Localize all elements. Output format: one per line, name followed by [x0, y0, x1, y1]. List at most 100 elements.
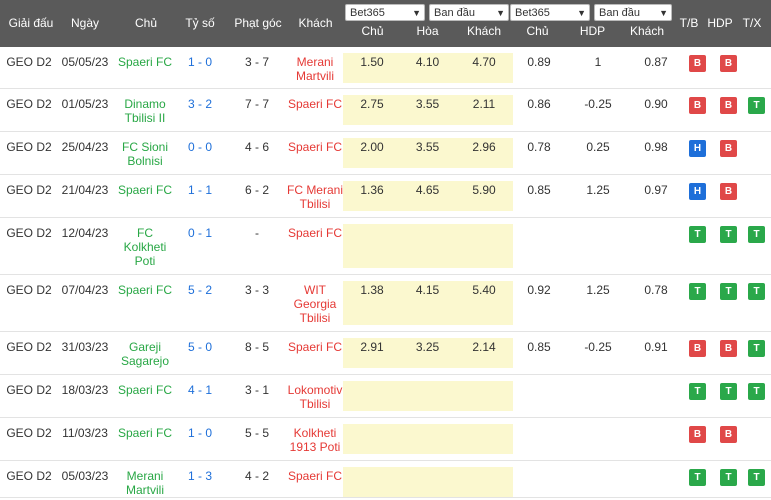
col-tb: T/B	[679, 16, 699, 30]
date-cell: 01/05/23	[61, 97, 109, 111]
date-cell: 21/04/23	[61, 183, 109, 197]
over-under-badge: X	[753, 58, 760, 69]
result-badge: T	[689, 383, 706, 400]
corners-cell: 3 - 1	[244, 383, 269, 397]
away-team-link[interactable]: Merani Martvili	[286, 55, 344, 83]
date-cell: 07/04/23	[61, 283, 109, 297]
table-row: GEO D2 25/04/23 FC Sioni Bolnisi 0 - 0 4 - 6…	[0, 132, 771, 175]
score-link[interactable]: 5 - 2	[180, 283, 220, 297]
league-cell: GEO D2	[6, 183, 52, 197]
home-team-link[interactable]: Dinamo Tbilisi II	[117, 97, 173, 125]
table-header: Giải đấu Ngày Chủ Tỷ số Phạt góc Khách B…	[0, 0, 771, 47]
corners-cell: 4 - 2	[244, 469, 269, 483]
chevron-down-icon: ▼	[496, 8, 505, 18]
away-team-link[interactable]: Spaeri FC	[286, 340, 344, 354]
date-cell: 18/03/23	[61, 383, 109, 397]
bookmaker-select-2-value: Bet365	[515, 7, 550, 19]
result-badge: T	[689, 226, 706, 243]
odds-type-select-1[interactable]: Ban đầu ▼	[429, 4, 509, 21]
home-team-link[interactable]: Spaeri FC	[117, 283, 173, 297]
over-under-badge: T	[748, 383, 765, 400]
col-away: Khách	[298, 16, 333, 30]
score-link[interactable]: 4 - 1	[180, 383, 220, 397]
away-team-link[interactable]: Spaeri FC	[286, 140, 344, 154]
col-league: Giải đấu	[8, 16, 54, 30]
sub-col-hdp: HDP	[579, 24, 606, 38]
away-team-link[interactable]: Spaeri FC	[286, 226, 344, 240]
away-team-link[interactable]: Kolkheti 1913 Poti	[286, 426, 344, 454]
over-under-badge: X	[753, 143, 760, 154]
away-team-link[interactable]: FC Merani Tbilisi	[286, 183, 344, 211]
odds-away: 2.14	[472, 340, 496, 354]
corners-cell: 8 - 5	[244, 340, 269, 354]
odds-away: 5.90	[472, 183, 496, 197]
hdp-line: -0.25	[584, 97, 612, 111]
hdp-home: 0.89	[527, 55, 551, 69]
table-row: GEO D2 18/03/23 Spaeri FC 4 - 1 3 - 1 Lokomot…	[0, 375, 771, 418]
score-link[interactable]: 0 - 1	[180, 226, 220, 240]
chevron-down-icon: ▼	[659, 8, 668, 18]
corners-cell: 3 - 3	[244, 283, 269, 297]
league-cell: GEO D2	[6, 340, 52, 354]
score-link[interactable]: 1 - 0	[180, 55, 220, 69]
away-team-link[interactable]: Spaeri FC	[286, 97, 344, 111]
league-cell: GEO D2	[6, 469, 52, 483]
home-team-link[interactable]: Gareji Sagarejo	[117, 340, 173, 368]
hdp-line: 1.25	[586, 183, 610, 197]
league-cell: GEO D2	[6, 383, 52, 397]
league-cell: GEO D2	[6, 426, 52, 440]
score-link[interactable]: 1 - 1	[180, 183, 220, 197]
score-link[interactable]: 1 - 3	[180, 469, 220, 483]
bookmaker-select-1[interactable]: Bet365 ▼	[345, 4, 425, 21]
home-team-link[interactable]: Spaeri FC	[117, 426, 173, 440]
table-row: GEO D2 05/03/23 Merani Martvili 1 - 3 4 - 2 S…	[0, 461, 771, 498]
odds-type-select-1-value: Ban đầu	[434, 7, 475, 19]
home-team-link[interactable]: Spaeri FC	[117, 55, 173, 69]
odds-draw: 3.55	[415, 140, 440, 154]
hdp-away: 0.91	[644, 340, 668, 354]
odds-draw: 4.65	[415, 183, 440, 197]
table-row: GEO D2 01/05/23 Dinamo Tbilisi II 3 - 2 7 - …	[0, 89, 771, 132]
hdp-line: 1.25	[586, 283, 610, 297]
score-link[interactable]: 0 - 0	[180, 140, 220, 154]
odds-draw: 4.15	[415, 283, 440, 297]
home-team-link[interactable]: Spaeri FC	[117, 183, 173, 197]
home-team-link[interactable]: Spaeri FC	[117, 383, 173, 397]
corners-cell: 5 - 5	[244, 426, 269, 440]
corners-cell: 7 - 7	[244, 97, 269, 111]
table-row: GEO D2 11/03/23 Spaeri FC 1 - 0 5 - 5 Kolkhet…	[0, 418, 771, 461]
hdp-away: 0.90	[644, 97, 668, 111]
hdp-line: 1	[594, 55, 602, 69]
table-row: GEO D2 05/05/23 Spaeri FC 1 - 0 3 - 7 Merani …	[0, 47, 771, 89]
odds-highlight	[343, 467, 513, 497]
score-link[interactable]: 3 - 2	[180, 97, 220, 111]
away-team-link[interactable]: Spaeri FC	[286, 469, 344, 483]
home-team-link[interactable]: FC Sioni Bolnisi	[117, 140, 173, 168]
away-team-link[interactable]: WIT Georgia Tbilisi	[286, 283, 344, 325]
score-link[interactable]: 1 - 0	[180, 426, 220, 440]
home-team-link[interactable]: Merani Martvili	[117, 469, 173, 497]
away-team-link[interactable]: Lokomotiv Tbilisi	[286, 383, 344, 411]
result-badge: T	[689, 469, 706, 486]
score-link[interactable]: 5 - 0	[180, 340, 220, 354]
corners-cell: 6 - 2	[244, 183, 269, 197]
handicap-badge: B	[720, 55, 737, 72]
odds-draw: 4.10	[415, 55, 440, 69]
over-under-badge: T	[748, 283, 765, 300]
odds-type-select-2-value: Ban đầu	[599, 7, 640, 19]
handicap-badge: B	[720, 140, 737, 157]
odds-home: 2.75	[360, 97, 384, 111]
hdp-away: 0.98	[644, 140, 668, 154]
date-cell: 12/04/23	[61, 226, 109, 240]
hdp-home: 0.85	[527, 183, 551, 197]
bookmaker-select-2[interactable]: Bet365 ▼	[510, 4, 590, 21]
odds-type-select-2[interactable]: Ban đầu ▼	[594, 4, 672, 21]
odds-home: 1.50	[360, 55, 384, 69]
hdp-home: 0.85	[527, 340, 551, 354]
sub-col-home2: Chủ	[526, 24, 549, 38]
odds-away: 4.70	[472, 55, 496, 69]
home-team-link[interactable]: FC Kolkheti Poti	[117, 226, 173, 268]
over-under-badge: T	[748, 226, 765, 243]
over-under-badge: T	[748, 340, 765, 357]
hdp-home: 0.86	[527, 97, 551, 111]
